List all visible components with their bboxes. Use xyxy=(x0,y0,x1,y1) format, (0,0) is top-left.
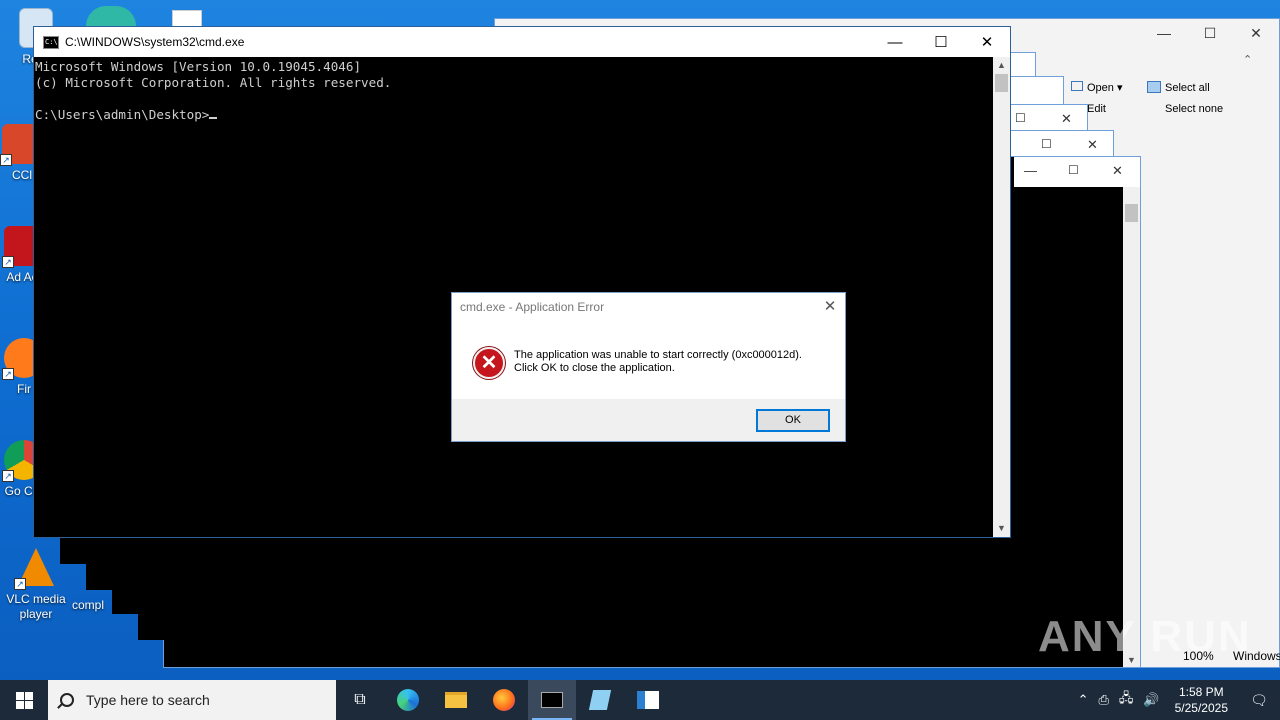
desktop-icon-label: CCl xyxy=(12,168,32,182)
cmd-window[interactable]: C:\ C:\WINDOWS\system32\cmd.exe — ☐ ✕ Mi… xyxy=(33,26,1011,538)
taskbar-firefox[interactable] xyxy=(480,680,528,720)
desktop-icon-label: Fir xyxy=(17,382,31,396)
close-icon[interactable]: ✕ xyxy=(1233,19,1279,47)
ok-button[interactable]: OK xyxy=(756,409,830,432)
scroll-thumb[interactable] xyxy=(995,74,1008,92)
maximize-icon[interactable]: ☐ xyxy=(1187,19,1233,47)
console-prompt: C:\Users\admin\Desktop> xyxy=(35,107,210,122)
cmd-titlebar[interactable]: C:\ C:\WINDOWS\system32\cmd.exe — ☐ ✕ xyxy=(34,27,1010,57)
maximize-icon[interactable]: ☐ xyxy=(1068,163,1079,177)
explorer-window-controls: — ☐ ✕ xyxy=(1141,19,1279,47)
task-view-button[interactable]: ⧉ xyxy=(336,680,384,720)
scroll-up-icon[interactable]: ▲ xyxy=(993,57,1010,74)
taskbar-edge[interactable] xyxy=(384,680,432,720)
open-icon xyxy=(1071,81,1083,91)
taskbar-wordpad[interactable] xyxy=(624,680,672,720)
application-error-dialog[interactable]: cmd.exe - Application Error ✕ ✕ The appl… xyxy=(451,292,846,442)
ribbon-open-button[interactable]: Open ▾ xyxy=(1071,81,1123,94)
stacked-console-titlebar: — ☐ ✕ xyxy=(1014,157,1140,187)
taskbar-search-box[interactable]: Type here to search xyxy=(48,680,336,720)
cmd-scrollbar[interactable]: ▲ ▼ xyxy=(993,57,1010,537)
error-icon: ✕ xyxy=(473,347,505,379)
close-icon[interactable]: ✕ xyxy=(964,27,1010,57)
cmd-app-icon: C:\ xyxy=(43,35,59,49)
dialog-footer: OK xyxy=(452,399,845,441)
folder-icon xyxy=(445,692,467,708)
dialog-message: The application was unable to start corr… xyxy=(514,349,834,375)
console-line: (c) Microsoft Corporation. All rights re… xyxy=(35,75,392,90)
background-edge-icon xyxy=(86,6,136,26)
stacked-console-sliver-3 xyxy=(112,536,138,614)
desktop-icon-label: VLC media player xyxy=(6,592,66,621)
search-icon xyxy=(60,693,74,707)
system-tray: ⌃ ⎙ 🖧 🔊 1:58 PM 5/25/2025 🗨 xyxy=(1073,680,1280,720)
minimize-icon[interactable]: — xyxy=(1024,163,1037,178)
desktop: Recy ↗ CCl ↗ Ad Acr ↗ Fir ↗ Go Chr ↗ VLC… xyxy=(0,0,1280,680)
ribbon-edit-button[interactable]: Edit xyxy=(1087,103,1106,115)
dialog-close-icon[interactable]: ✕ xyxy=(821,298,839,316)
console-line: Microsoft Windows [Version 10.0.19045.40… xyxy=(35,59,362,74)
taskbar-file-explorer[interactable] xyxy=(432,680,480,720)
taskbar-clock[interactable]: 1:58 PM 5/25/2025 xyxy=(1165,684,1238,716)
search-placeholder: Type here to search xyxy=(86,692,210,708)
notification-icon: 🗨 xyxy=(1250,691,1268,708)
tray-chevron-up-icon[interactable]: ⌃ xyxy=(1073,692,1094,708)
minimize-icon[interactable]: — xyxy=(1141,19,1187,47)
desktop-icon-label: compl xyxy=(72,598,105,612)
dialog-body: ✕ The application was unable to start co… xyxy=(452,321,845,401)
scroll-down-icon[interactable]: ▼ xyxy=(993,520,1010,537)
cmd-window-title: C:\WINDOWS\system32\cmd.exe xyxy=(65,35,245,49)
clock-time: 1:58 PM xyxy=(1178,685,1224,699)
taskbar: Type here to search ⧉ ⌃ ⎙ 🖧 🔊 1:58 PM 5/… xyxy=(0,680,1280,720)
taskbar-cmd[interactable] xyxy=(528,680,576,720)
notification-button[interactable]: 🗨 xyxy=(1238,680,1280,720)
scroll-thumb[interactable] xyxy=(1125,204,1138,222)
select-all-icon xyxy=(1147,81,1161,93)
start-button[interactable] xyxy=(0,680,48,720)
dialog-message-line-2: Click OK to close the application. xyxy=(514,362,675,374)
text-cursor xyxy=(209,117,218,119)
notepad-icon xyxy=(588,690,612,710)
taskbar-notepad[interactable] xyxy=(576,680,624,720)
cmd-window-controls: — ☐ ✕ xyxy=(872,27,1010,57)
dialog-message-line-1: The application was unable to start corr… xyxy=(514,349,802,361)
stacked-console-scrollbar[interactable]: ▼ xyxy=(1123,187,1140,667)
watermark: ANY RUN xyxy=(1038,612,1252,661)
console-prompt-line: C:\Users\admin\Desktop> xyxy=(35,107,993,123)
minimize-icon[interactable]: — xyxy=(872,27,918,57)
stacked-console-sliver-2 xyxy=(86,560,112,590)
close-icon[interactable]: ✕ xyxy=(1061,111,1072,127)
close-icon[interactable]: ✕ xyxy=(1087,137,1098,153)
close-icon[interactable]: ✕ xyxy=(1112,163,1123,179)
stacked-console-sliver-4 xyxy=(138,536,164,640)
windows-logo-icon xyxy=(15,691,33,709)
ribbon-select-none-button[interactable]: Select none xyxy=(1165,103,1223,115)
dialog-title: cmd.exe - Application Error xyxy=(460,300,605,314)
network-icon[interactable]: 🖧 xyxy=(1114,689,1139,711)
tray-device-icon[interactable]: ⎙ xyxy=(1094,692,1114,708)
vlc-icon: ↗ xyxy=(14,548,56,590)
ribbon-select-all-button[interactable]: Select all xyxy=(1147,81,1210,94)
maximize-icon[interactable]: ☐ xyxy=(918,27,964,57)
task-view-icon: ⧉ xyxy=(354,691,366,708)
maximize-icon[interactable]: ☐ xyxy=(1041,137,1052,151)
clock-date: 5/25/2025 xyxy=(1174,701,1228,715)
maximize-icon[interactable]: ☐ xyxy=(1015,111,1026,125)
edge-icon xyxy=(397,689,419,711)
volume-icon[interactable]: 🔊 xyxy=(1138,692,1164,708)
cmd-icon xyxy=(541,692,563,708)
wordpad-icon xyxy=(637,691,659,709)
ribbon-collapse-icon[interactable]: ⌃ xyxy=(1243,53,1252,66)
firefox-icon xyxy=(493,689,515,711)
